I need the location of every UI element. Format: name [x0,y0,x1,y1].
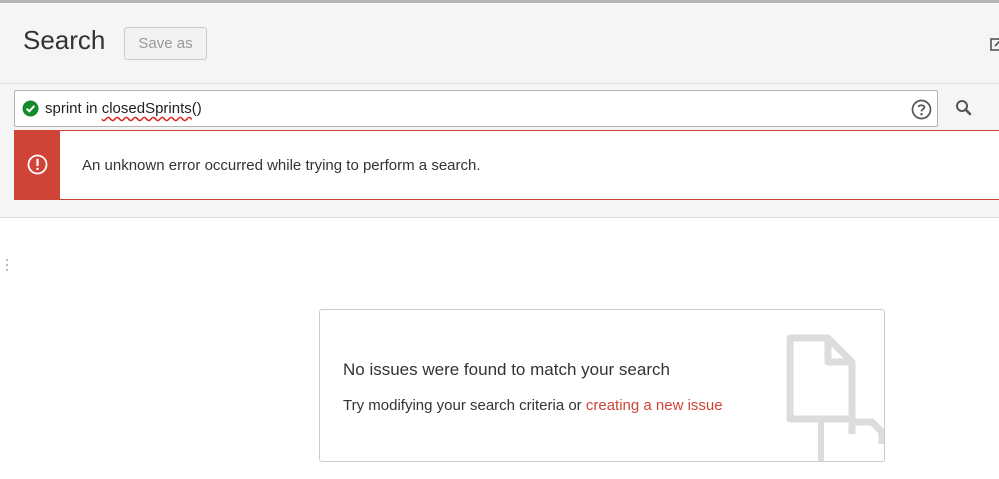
search-area: sprint in closedSprints() An unknown err… [0,84,999,218]
share-icon[interactable] [990,37,999,51]
jql-search-input[interactable]: sprint in closedSprints() [14,90,938,127]
document-icon [786,334,884,461]
query-text[interactable]: sprint in closedSprints() [45,100,202,117]
query-function: closedSprints [101,100,192,117]
search-icon[interactable] [952,96,976,120]
page-title: Search [23,25,106,55]
search-header: Search Save as [0,3,999,84]
error-stripe [14,130,60,200]
query-keyword: sprint in [45,100,102,117]
help-icon[interactable] [911,99,932,120]
error-icon [27,154,48,175]
create-issue-link[interactable]: creating a new issue [586,397,723,414]
check-circle-icon [22,100,39,117]
empty-state-text: Try modifying your search criteria or [343,397,582,414]
empty-results-panel: No issues were found to match your searc… [319,309,885,462]
query-parens: () [191,100,202,117]
empty-state-description: Try modifying your search criteria or cr… [343,397,723,414]
save-as-button[interactable]: Save as [124,27,207,60]
error-banner: An unknown error occurred while trying t… [14,130,999,200]
error-message: An unknown error occurred while trying t… [82,157,481,174]
empty-state-title: No issues were found to match your searc… [343,360,670,379]
resize-handle[interactable] [5,258,9,274]
